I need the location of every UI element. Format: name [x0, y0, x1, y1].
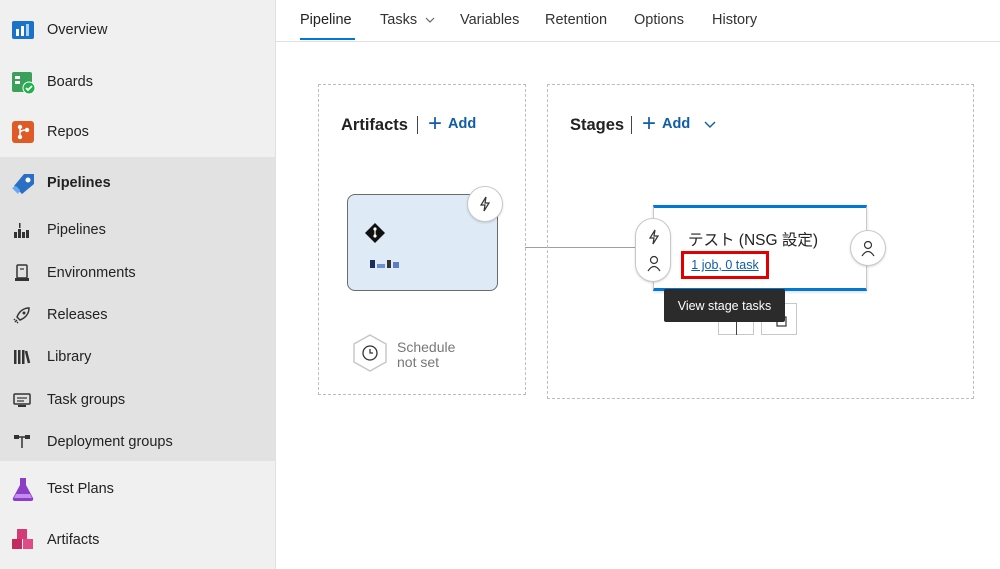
sidebar-item-label: Artifacts	[47, 532, 100, 548]
add-stage-label: Add	[662, 116, 691, 132]
sidebar-item-task-groups[interactable]: Task groups	[0, 379, 275, 421]
plus-icon	[736, 322, 737, 335]
title-separator	[631, 116, 632, 134]
sidebar-item-boards[interactable]: Boards	[0, 57, 275, 107]
tab-tasks-label: Tasks	[380, 12, 418, 28]
sidebar-item-artifacts[interactable]: Artifacts	[0, 515, 275, 565]
sidebar-item-label: Pipelines	[47, 175, 111, 191]
sidebar-item-label: Pipelines	[47, 222, 106, 238]
left-sidebar: Overview Boards Repos Pipelines Pipeline…	[0, 0, 276, 569]
plus-icon: +	[428, 110, 443, 137]
deployment-groups-icon	[14, 435, 30, 448]
sidebar-item-label: Overview	[47, 22, 108, 38]
sidebar-item-label: Library	[47, 349, 92, 365]
sidebar-item-test-plans[interactable]: Test Plans	[0, 464, 275, 514]
post-deployment-approvals-button[interactable]	[850, 230, 886, 266]
overview-icon	[12, 21, 34, 39]
lightning-icon	[479, 196, 491, 212]
sidebar-item-label: Repos	[47, 124, 89, 140]
stage-name: テスト (NSG 設定)	[688, 232, 819, 249]
tab-variables[interactable]: Variables	[460, 12, 519, 28]
sidebar-item-overview[interactable]: Overview	[0, 5, 275, 55]
add-artifact-button[interactable]: + Add	[428, 110, 477, 137]
tab-history[interactable]: History	[712, 12, 757, 28]
sidebar-item-library[interactable]: Library	[0, 336, 275, 378]
sidebar-item-pipelines-sub[interactable]: Pipelines	[0, 209, 275, 251]
sidebar-item-deployment-groups[interactable]: Deployment groups	[0, 421, 275, 463]
lightning-icon	[648, 229, 660, 245]
plus-icon: +	[642, 110, 657, 137]
person-icon	[861, 240, 875, 257]
sidebar-item-label: Boards	[47, 74, 93, 90]
stages-title: Stages	[570, 116, 625, 134]
task-groups-icon	[13, 393, 31, 407]
schedule-status: Schedule not set	[397, 340, 455, 370]
sidebar-item-pipelines[interactable]: Pipelines	[0, 158, 275, 208]
rocket-icon	[13, 307, 30, 324]
chevron-down-icon	[425, 17, 435, 24]
sidebar-item-label: Deployment groups	[47, 434, 173, 450]
artifact-source-label	[370, 255, 404, 268]
person-icon	[647, 255, 661, 272]
sidebar-item-label: Task groups	[47, 392, 126, 408]
repos-icon	[12, 121, 34, 143]
schedule-trigger-button[interactable]	[350, 333, 390, 373]
sidebar-item-label: Environments	[47, 265, 136, 281]
tooltip: View stage tasks	[664, 289, 785, 322]
continuous-deployment-trigger-button[interactable]	[467, 186, 503, 222]
chevron-down-icon	[704, 121, 716, 128]
boards-icon	[12, 72, 36, 95]
add-artifact-label: Add	[448, 116, 477, 132]
active-tab-indicator	[300, 38, 355, 40]
test-plans-icon	[12, 478, 34, 502]
pipelines-icon	[12, 174, 34, 194]
stage-tasks-link[interactable]: 1 job, 0 task	[691, 258, 758, 272]
sidebar-item-label: Releases	[47, 307, 108, 323]
tab-pipeline[interactable]: Pipeline	[300, 12, 352, 28]
tab-tasks[interactable]: Tasks	[380, 12, 435, 28]
add-stage-button[interactable]: + Add	[642, 110, 716, 137]
schedule-line-1: Schedule	[397, 339, 456, 355]
title-separator	[417, 116, 418, 134]
schedule-line-2: not set	[397, 354, 440, 370]
stage-tasks-highlight: 1 job, 0 task	[681, 251, 769, 279]
artifacts-icon	[12, 529, 33, 549]
environments-icon	[15, 264, 29, 281]
sidebar-item-label: Test Plans	[47, 481, 114, 497]
tab-options[interactable]: Options	[634, 12, 684, 28]
library-icon	[14, 350, 31, 364]
clock-hexagon-icon	[353, 334, 387, 372]
sidebar-item-repos[interactable]: Repos	[0, 107, 275, 157]
pipelines-sub-icon	[14, 223, 29, 238]
git-icon	[365, 223, 385, 243]
artifacts-title: Artifacts	[341, 116, 408, 134]
tab-retention[interactable]: Retention	[545, 12, 607, 28]
sidebar-item-environments[interactable]: Environments	[0, 252, 275, 294]
sidebar-item-releases[interactable]: Releases	[0, 294, 275, 336]
pre-deployment-conditions[interactable]	[635, 218, 671, 282]
